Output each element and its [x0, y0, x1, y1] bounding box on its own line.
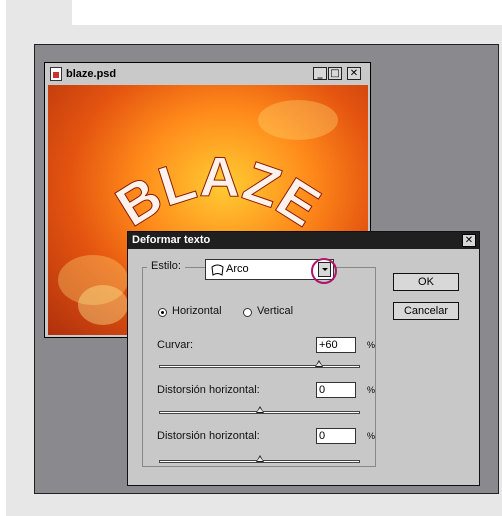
dialog-title-bar[interactable]: Deformar texto ✕: [128, 232, 479, 249]
vertical-label: Vertical: [257, 305, 294, 317]
style-label: Estilo:: [147, 260, 185, 272]
minimize-button[interactable]: _: [313, 67, 327, 80]
horizontal-radio[interactable]: [158, 308, 167, 317]
flame-blob: [258, 100, 338, 140]
dialog-close-button[interactable]: ✕: [462, 234, 476, 247]
slider-thumb[interactable]: [315, 360, 324, 367]
vertical-distortion-input[interactable]: 0: [316, 428, 356, 444]
highlight-ring: [311, 258, 337, 284]
arc-warp-icon: [211, 264, 224, 276]
vertical-distortion-slider[interactable]: [159, 455, 360, 463]
bend-slider[interactable]: [159, 360, 360, 368]
percent-sign: %: [367, 340, 376, 350]
slider-thumb[interactable]: [255, 455, 264, 462]
close-button[interactable]: ✕: [347, 67, 361, 80]
slider-thumb[interactable]: [255, 406, 264, 413]
bend-input[interactable]: +60: [316, 337, 356, 353]
document-title: blaze.psd: [66, 68, 117, 80]
flame-blob: [78, 285, 128, 325]
dialog-title: Deformar texto: [132, 234, 211, 246]
percent-sign: %: [367, 431, 376, 441]
blaze-text: BLAZE: [108, 144, 328, 239]
maximize-button[interactable]: □: [328, 67, 342, 80]
vertical-distortion-label: Distorsión horizontal:: [157, 430, 260, 442]
vertical-radio[interactable]: [243, 308, 252, 317]
percent-sign: %: [367, 385, 376, 395]
style-value: Arco: [226, 263, 249, 275]
horizontal-distortion-slider[interactable]: [159, 406, 360, 414]
bend-label: Curvar:: [157, 339, 194, 351]
horizontal-distortion-input[interactable]: 0: [316, 382, 356, 398]
horizontal-label: Horizontal: [172, 305, 222, 317]
ok-button[interactable]: OK: [393, 273, 459, 291]
cancel-button[interactable]: Cancelar: [393, 302, 459, 320]
document-title-bar[interactable]: blaze.psd _ □ ✕: [47, 65, 368, 83]
horizontal-distortion-label: Distorsión horizontal:: [157, 384, 260, 396]
document-icon: [50, 67, 62, 81]
svg-text:BLAZE: BLAZE: [108, 145, 328, 239]
corner-tab: [6, 0, 74, 26]
warp-text-dialog: Deformar texto ✕ Estilo: Arco OK Cancela…: [127, 231, 480, 486]
